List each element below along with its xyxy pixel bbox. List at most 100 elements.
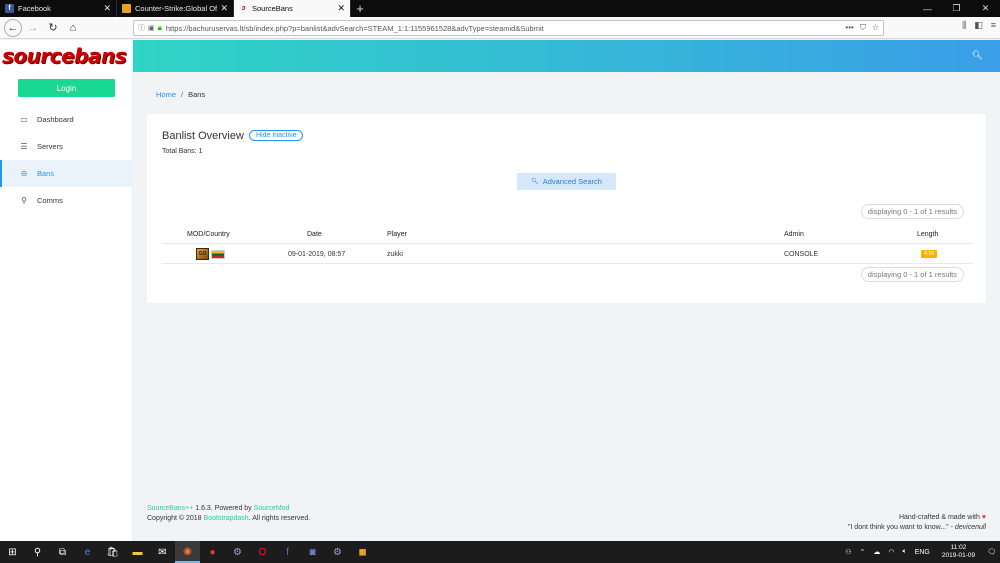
windows-start-icon[interactable]: ⊞: [0, 541, 25, 563]
mail-icon[interactable]: ✉: [150, 541, 175, 563]
people-icon[interactable]: ⚇: [845, 548, 851, 556]
file-explorer-icon[interactable]: ▬: [125, 541, 150, 563]
top-header: 🔍︎: [133, 40, 1000, 72]
tab-title: SourceBans: [252, 4, 293, 13]
breadcrumb-current: Bans: [188, 90, 206, 99]
tab-sourcebans[interactable]: ↄ SourceBans ✕: [234, 0, 351, 17]
sidebar-item-label: Servers: [37, 142, 63, 151]
footer-sourcemod-link[interactable]: SourceMod: [254, 505, 290, 512]
pocket-icon[interactable]: ⛉: [860, 23, 866, 33]
footer-left: SourceBans++ 1.6.3. Powered by SourceMod…: [147, 504, 310, 524]
task-view-icon[interactable]: ⧉: [50, 541, 75, 563]
page-title: Banlist Overview: [162, 130, 244, 142]
browser-tab-bar: f Facebook ✕ Counter-Strike:Global Offen…: [0, 0, 1000, 17]
volume-icon[interactable]: 🔈︎: [902, 548, 906, 556]
ban-icon: ⊖: [20, 169, 28, 178]
steam-icon[interactable]: ⚙: [225, 541, 250, 563]
search-icon[interactable]: 🔍︎: [972, 50, 983, 61]
page: sourcebans Login ▭ Dashboard ☰ Servers ⊖…: [0, 40, 1000, 541]
bookmark-star-icon[interactable]: ☆: [872, 23, 879, 33]
new-tab-button[interactable]: +: [351, 0, 369, 17]
monitor-icon: ▭: [20, 115, 28, 124]
heart-icon: ♥: [981, 514, 986, 521]
steam-icon-2[interactable]: ⚙: [325, 541, 350, 563]
menu-hamburger-icon[interactable]: ≡: [991, 20, 996, 31]
sidebar-item-comms[interactable]: ⚲ Comms: [0, 187, 133, 214]
permissions-icon[interactable]: ▣: [148, 24, 155, 32]
ban-player: zukki: [387, 250, 403, 258]
table-row[interactable]: GO 09-01-2019, 08:57 zukki CONSOLE 4 hr: [162, 244, 973, 264]
sidebar-item-label: Dashboard: [37, 115, 74, 124]
home-icon[interactable]: ⌂: [64, 19, 82, 37]
sidebar-item-bans[interactable]: ⊖ Bans: [0, 160, 133, 187]
ban-admin: CONSOLE: [784, 250, 819, 258]
lithuania-flag-icon: [211, 249, 225, 259]
column-length: Length: [917, 230, 939, 238]
close-icon[interactable]: ✕: [337, 3, 345, 14]
language-indicator[interactable]: ENG: [915, 549, 930, 556]
search-icon[interactable]: ⚲: [25, 541, 50, 563]
firefox-icon[interactable]: ◉: [175, 541, 200, 563]
tab-title: Counter-Strike:Global Offensive: [135, 4, 217, 13]
close-icon[interactable]: ✕: [103, 3, 111, 14]
library-icon[interactable]: ⫼: [962, 20, 966, 31]
lock-icon[interactable]: 🔒︎: [158, 23, 162, 33]
system-tray: ⚇ ⌃ ☁ ◠ 🔈︎ ENG 11:02 2019-01-09 🗨︎: [841, 541, 1000, 563]
breadcrumb-home[interactable]: Home: [156, 90, 176, 99]
pagination-info-bottom: displaying 0 - 1 of 1 results: [860, 267, 964, 282]
facebook-taskbar-icon[interactable]: f: [275, 541, 300, 563]
table-header: MOD/Country Date Player Admin Length: [162, 224, 973, 244]
url-text[interactable]: https://bachuruservas.lt/sb/index.php?p=…: [166, 24, 846, 33]
reload-icon[interactable]: ↻: [44, 19, 62, 37]
advanced-search-label: Advanced Search: [542, 177, 602, 186]
sidebar-toggle-icon[interactable]: ◧: [974, 20, 983, 31]
column-mod-country: MOD/Country: [187, 230, 230, 238]
csgo-mod-icon: GO: [196, 248, 209, 260]
footer-version: 1.6.3. Powered by: [193, 505, 254, 512]
footer-handcrafted: Hand-crafted & made with: [898, 514, 980, 521]
minimize-icon[interactable]: —: [913, 0, 942, 17]
tab-facebook[interactable]: f Facebook ✕: [0, 0, 117, 17]
advanced-search-button[interactable]: 🔍︎ Advanced Search: [517, 173, 616, 190]
url-bar[interactable]: ⓘ ▣ 🔒︎ https://bachuruservas.lt/sb/index…: [133, 20, 884, 36]
footer-right: Hand-crafted & made with ♥ "I dont think…: [848, 513, 986, 533]
sourcebans-icon: ↄ: [241, 5, 246, 12]
info-icon[interactable]: ⓘ: [138, 23, 145, 33]
network-icon[interactable]: ☁: [873, 548, 880, 556]
sidebar-item-dashboard[interactable]: ▭ Dashboard: [0, 106, 133, 133]
hide-inactive-button[interactable]: Hide Inactive: [249, 130, 304, 141]
footer-quote-author: devicenull: [954, 524, 986, 531]
close-window-icon[interactable]: ✕: [971, 0, 1000, 17]
restore-icon[interactable]: ❐: [942, 0, 971, 17]
forward-icon[interactable]: →: [24, 19, 42, 37]
clock[interactable]: 11:02 2019-01-09: [942, 544, 975, 560]
edge-icon[interactable]: e: [75, 541, 100, 563]
ban-length-badge: 4 hr: [921, 250, 938, 258]
notifications-icon[interactable]: 🗨︎: [987, 548, 996, 556]
ban-date: 09-01-2019, 08:57: [288, 250, 346, 258]
store-icon[interactable]: 🛍︎: [100, 541, 125, 563]
discord-icon[interactable]: ◙: [300, 541, 325, 563]
window-controls: — ❐ ✕: [913, 0, 1000, 17]
sidebar-item-servers[interactable]: ☰ Servers: [0, 133, 133, 160]
csgo-taskbar-icon[interactable]: ◼: [350, 541, 375, 563]
total-bans: Total Bans: 1: [162, 148, 203, 155]
close-icon[interactable]: ✕: [220, 3, 228, 14]
page-actions-icon[interactable]: •••: [845, 23, 853, 33]
app-red-icon[interactable]: ●: [200, 541, 225, 563]
footer-bootstrapdash-link[interactable]: Bootstrapdash: [204, 515, 249, 522]
tab-csgo[interactable]: Counter-Strike:Global Offensive ✕: [117, 0, 234, 17]
footer-quote: "I dont think you want to know..." -: [847, 524, 955, 531]
tray-expand-icon[interactable]: ⌃: [860, 548, 866, 556]
footer-copyright: Copyright © 2018: [147, 515, 204, 522]
opera-icon[interactable]: O: [250, 541, 275, 563]
column-date: Date: [307, 230, 322, 238]
back-icon[interactable]: ←: [4, 18, 22, 37]
sourcebans-logo[interactable]: sourcebans: [2, 44, 132, 68]
sidebar: sourcebans Login ▭ Dashboard ☰ Servers ⊖…: [0, 40, 133, 541]
breadcrumb: Home / Bans: [156, 90, 205, 99]
login-button[interactable]: Login: [18, 79, 115, 97]
footer-brand-link[interactable]: SourceBans++: [147, 505, 193, 512]
facebook-icon: f: [5, 4, 14, 13]
wifi-icon[interactable]: ◠: [888, 548, 894, 556]
